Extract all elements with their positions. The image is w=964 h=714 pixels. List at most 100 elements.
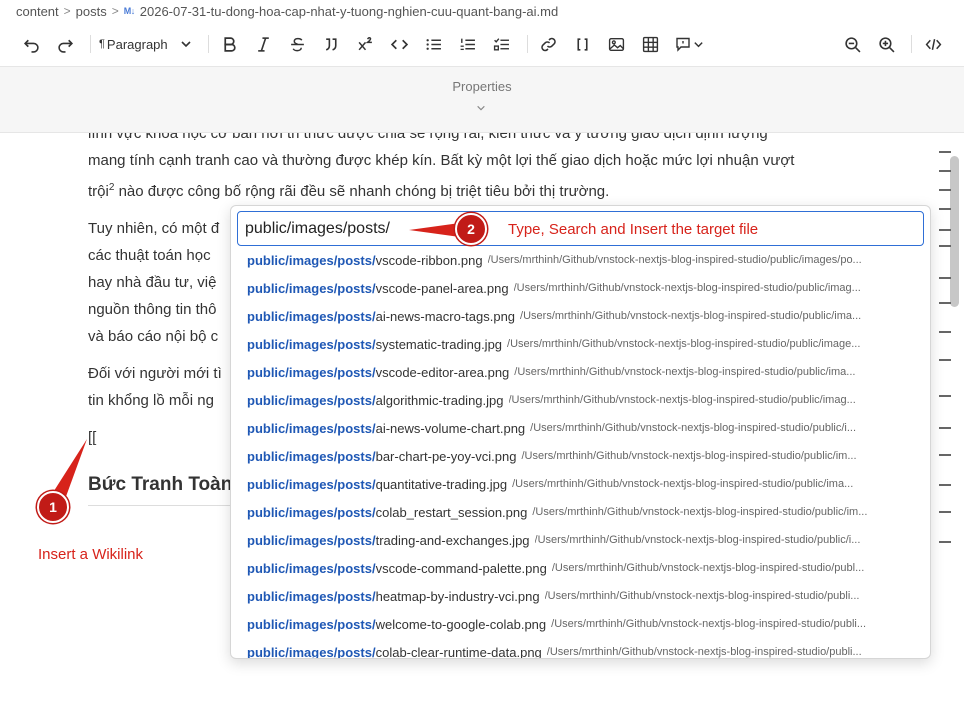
italic-icon <box>258 36 269 52</box>
wikilink-button[interactable] <box>570 31 596 57</box>
quote-button[interactable] <box>319 31 345 57</box>
suggestion-item[interactable]: public/images/posts/trading-and-exchange… <box>231 526 930 554</box>
file-name: algorithmic-trading.jpg <box>375 392 504 408</box>
inline-code-button[interactable] <box>387 31 413 57</box>
matched-query: public/images/posts/ <box>247 280 376 296</box>
text-line: mang tính cạnh tranh cao và thường được … <box>88 152 795 169</box>
breadcrumb: content > posts > M↓ 2026-07-31-tu-dong-… <box>16 2 558 20</box>
properties-panel[interactable]: Properties <box>0 66 964 133</box>
file-path: /Users/mrthinh/Github/vnstock-nextjs-blo… <box>512 478 854 490</box>
suggestion-item[interactable]: public/images/posts/algorithmic-trading.… <box>231 386 930 414</box>
suggestion-item[interactable]: public/images/posts/ai-news-volume-chart… <box>231 414 930 442</box>
editor-toolbar: ¶ Paragraph <box>0 26 964 62</box>
annotation-text-1: Insert a Wikilink <box>38 546 144 563</box>
bullet-list-icon <box>426 38 442 50</box>
image-button[interactable] <box>604 31 630 57</box>
matched-query: public/images/posts/ <box>247 476 376 492</box>
toolbar-divider <box>207 35 209 53</box>
file-path: /Users/mrthinh/Github/vnstock-nextjs-blo… <box>514 366 856 378</box>
source-mode-button[interactable] <box>920 31 946 57</box>
file-name: quantitative-trading.jpg <box>375 476 508 492</box>
link-icon <box>541 37 556 51</box>
suggestion-item[interactable]: public/images/posts/vscode-editor-area.p… <box>231 358 930 386</box>
zoom-out-button[interactable] <box>839 31 865 57</box>
file-path: /Users/mrthinh/Github/vnstock-nextjs-blo… <box>532 506 868 518</box>
text-fragment: trội <box>88 183 109 200</box>
code-icon <box>391 39 409 49</box>
bold-button[interactable] <box>217 31 243 57</box>
breadcrumb-file-name[interactable]: 2026-07-31-tu-dong-hoa-cap-nhat-y-tuong-… <box>140 4 558 19</box>
toolbar-divider <box>911 35 912 53</box>
italic-button[interactable] <box>251 31 277 57</box>
properties-label: Properties <box>452 79 512 94</box>
breadcrumb-item-content[interactable]: content <box>16 4 59 19</box>
outline-marker[interactable] <box>939 541 951 543</box>
link-button[interactable] <box>536 31 562 57</box>
table-icon <box>643 36 659 52</box>
outline-marker[interactable] <box>939 189 951 191</box>
table-button[interactable] <box>638 31 664 57</box>
suggestion-item[interactable]: public/images/posts/vscode-panel-area.pn… <box>231 274 930 302</box>
numbered-list-icon <box>460 38 476 50</box>
file-path: /Users/mrthinh/Github/vnstock-nextjs-blo… <box>544 590 860 602</box>
outline-marker[interactable] <box>939 331 951 333</box>
matched-query: public/images/posts/ <box>247 420 376 436</box>
toolbar-right-group <box>839 31 946 57</box>
outline-marker[interactable] <box>939 151 951 153</box>
outline-marker[interactable] <box>939 359 951 361</box>
zoom-in-button[interactable] <box>873 31 899 57</box>
file-name: vscode-editor-area.png <box>375 364 510 380</box>
checklist-icon <box>494 37 510 51</box>
suggestion-item[interactable]: public/images/posts/ai-news-macro-tags.p… <box>231 302 930 330</box>
paragraph: lĩnh vực khoa học cơ bản nơi tri thức đư… <box>88 133 938 205</box>
paragraph-style-select[interactable]: ¶ Paragraph <box>99 37 192 52</box>
redo-button[interactable] <box>52 31 78 57</box>
callout-button[interactable] <box>672 31 708 57</box>
matched-query: public/images/posts/ <box>247 392 376 408</box>
file-suggestion-popup: public/images/posts/vscode-ribbon.png/Us… <box>230 205 931 659</box>
toolbar-divider <box>526 35 528 53</box>
matched-query: public/images/posts/ <box>247 364 376 380</box>
suggestion-item[interactable]: public/images/posts/bar-chart-pe-yoy-vci… <box>231 442 930 470</box>
chevron-down-icon[interactable] <box>476 103 486 113</box>
breadcrumb-item-posts[interactable]: posts <box>76 4 107 19</box>
undo-button[interactable] <box>18 31 44 57</box>
bullet-list-button[interactable] <box>421 31 447 57</box>
suggestion-item[interactable]: public/images/posts/vscode-ribbon.png/Us… <box>231 246 930 274</box>
suggestion-item[interactable]: public/images/posts/heatmap-by-industry-… <box>231 582 930 610</box>
superscript-button[interactable] <box>353 31 379 57</box>
outline-marker[interactable] <box>939 277 951 279</box>
text-line: lĩnh vực khoa học cơ bản nơi tri thức đư… <box>88 133 768 142</box>
strikethrough-button[interactable] <box>285 31 311 57</box>
numbered-list-button[interactable] <box>455 31 481 57</box>
redo-icon <box>57 39 73 53</box>
annotation-text-2: Type, Search and Insert the target file <box>508 221 759 238</box>
suggestion-item[interactable]: public/images/posts/vscode-command-palet… <box>231 554 930 582</box>
superscript-icon <box>358 36 373 50</box>
suggestion-item[interactable]: public/images/posts/systematic-trading.j… <box>231 330 930 358</box>
suggestion-item[interactable]: public/images/posts/quantitative-trading… <box>231 470 930 498</box>
file-name: trading-and-exchanges.jpg <box>375 532 530 548</box>
scrollbar-thumb[interactable] <box>950 156 959 307</box>
outline-marker[interactable] <box>939 511 951 513</box>
outline-marker[interactable] <box>939 245 951 247</box>
suggestion-item[interactable]: public/images/posts/colab-clear-runtime-… <box>231 638 930 659</box>
annotation-badge-2: 2 <box>455 213 487 245</box>
task-list-button[interactable] <box>489 31 515 57</box>
outline-marker[interactable] <box>939 484 951 486</box>
matched-query: public/images/posts/ <box>247 252 376 268</box>
file-path: /Users/mrthinh/Github/vnstock-nextjs-blo… <box>513 282 861 294</box>
file-name: ai-news-macro-tags.png <box>375 308 516 324</box>
outline-marker[interactable] <box>939 170 951 172</box>
matched-query: public/images/posts/ <box>247 644 376 659</box>
outline-marker[interactable] <box>939 229 951 231</box>
suggestion-item[interactable]: public/images/posts/welcome-to-google-co… <box>231 610 930 638</box>
outline-marker[interactable] <box>939 395 951 397</box>
outline-marker[interactable] <box>939 427 951 429</box>
outline-marker[interactable] <box>939 454 951 456</box>
image-icon <box>609 37 625 51</box>
matched-query: public/images/posts/ <box>247 336 376 352</box>
outline-marker[interactable] <box>939 208 951 210</box>
outline-marker[interactable] <box>939 302 951 304</box>
suggestion-item[interactable]: public/images/posts/colab_restart_sessio… <box>231 498 930 526</box>
